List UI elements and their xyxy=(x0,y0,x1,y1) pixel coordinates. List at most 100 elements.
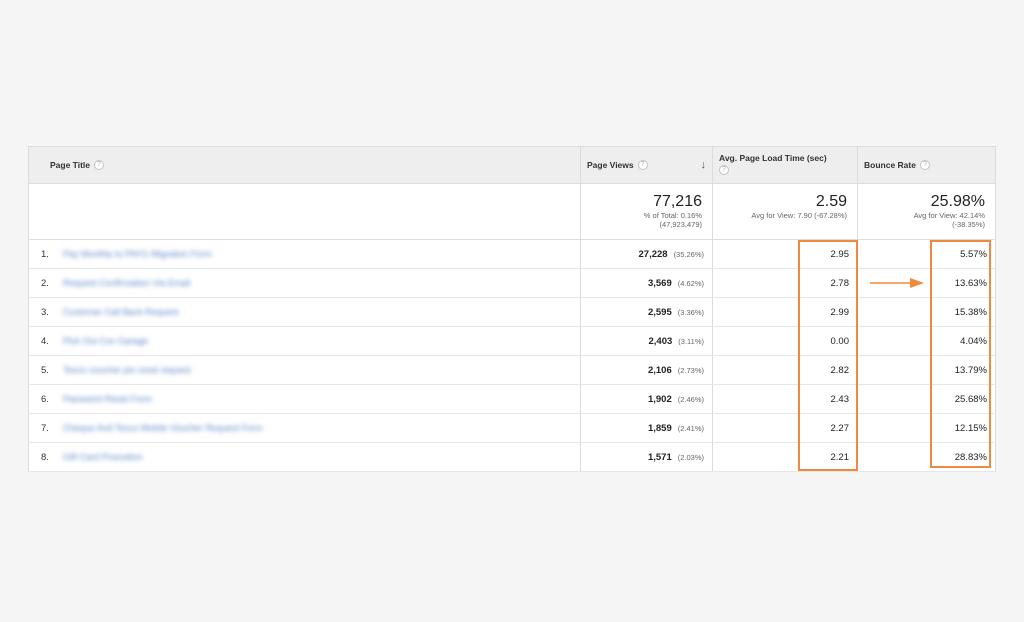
page-title-link[interactable]: Pay Monthly to PAYG Migration Form xyxy=(63,249,212,259)
column-header-label: Bounce Rate xyxy=(864,159,916,170)
bounce-rate-cell: 4.04% xyxy=(857,326,996,356)
page-title-cell: 3. Customer Call Back Request xyxy=(28,297,581,327)
help-icon[interactable]: ? xyxy=(637,160,648,171)
avg-load-time-cell: 2.82 xyxy=(712,355,858,385)
sort-descending-icon[interactable]: ↓ xyxy=(701,159,707,171)
row-number: 2. xyxy=(41,277,49,289)
avg-load-time-cell: 0.00 xyxy=(712,326,858,356)
page-title-cell: 6. Password Reset Form xyxy=(28,384,581,414)
page-views-cell: 1,571 (2.03%) xyxy=(580,442,713,472)
page-views-cell: 3,569 (4.62%) xyxy=(580,268,713,298)
row-number: 8. xyxy=(41,451,49,463)
page-views-cell: 1,902 (2.46%) xyxy=(580,384,713,414)
avg-load-time-cell: 2.78 xyxy=(712,268,858,298)
help-icon[interactable]: ? xyxy=(919,160,930,171)
row-number: 3. xyxy=(41,306,49,318)
bounce-rate-cell: 28.83% xyxy=(857,442,996,472)
help-icon[interactable]: ? xyxy=(719,164,729,175)
page-views-value: 1,571 xyxy=(647,451,672,463)
page-views-cell: 2,595 (3.36%) xyxy=(580,297,713,327)
table-row[interactable]: 4. Pick Out Cov Garage 2,403 (3.11%) 0.00 4.0… xyxy=(28,326,996,356)
table-row[interactable]: 6. Password Reset Form 1,902 (2.46%) 2.43 25.… xyxy=(28,384,996,414)
page-views-percent: (2.73%) xyxy=(677,365,704,375)
analytics-report-table: Page Title? Page Views? ↓ Avg. Page Load… xyxy=(28,146,996,472)
table-row[interactable]: 5. Tesco voucher pin reset request 2,106 (2… xyxy=(28,355,996,385)
bounce-rate-cell: 13.79% xyxy=(857,355,996,385)
page-title-link[interactable]: Gift Card Promotion xyxy=(63,452,143,462)
table-row[interactable]: 8. Gift Card Promotion 1,571 (2.03%) 2.21 28.… xyxy=(28,442,996,472)
page-views-percent: (2.03%) xyxy=(677,452,704,462)
page-title-link[interactable]: Tesco voucher pin reset request xyxy=(63,365,191,375)
total-value: 77,216 xyxy=(653,193,702,210)
column-header-label: Page Views xyxy=(587,159,634,170)
row-number: 6. xyxy=(41,393,49,405)
column-header-page-title[interactable]: Page Title? xyxy=(28,146,581,184)
totals-avg-load-time: 2.59 Avg for View: 7.90 (-67.28%) xyxy=(712,183,858,240)
page-views-value: 2,106 xyxy=(647,364,672,376)
bounce-rate-cell: 12.15% xyxy=(857,413,996,443)
help-icon[interactable]: ? xyxy=(94,160,104,171)
column-header-label: Page Title xyxy=(50,159,90,170)
page-title-cell: 2. Request Confirmation Via Email xyxy=(28,268,581,298)
table-row[interactable]: 3. Customer Call Back Request 2,595 (3.36%)… xyxy=(28,297,996,327)
page-views-cell: 1,859 (2.41%) xyxy=(580,413,713,443)
page-views-percent: (2.46%) xyxy=(677,394,704,404)
table-row[interactable]: 1. Pay Monthly to PAYG Migration Form 27,2… xyxy=(28,239,996,269)
page-views-percent: (4.62%) xyxy=(677,278,704,288)
page-views-cell: 27,228 (35.26%) xyxy=(580,239,713,269)
avg-load-time-cell: 2.21 xyxy=(712,442,858,472)
row-number: 1. xyxy=(41,248,49,260)
page-title-cell: 7. Cheque And Tesco Mobile Voucher Reques… xyxy=(28,413,581,443)
total-value: 2.59 xyxy=(815,193,847,210)
row-number: 4. xyxy=(41,335,49,347)
total-subtext: (-38.35%) xyxy=(952,220,985,229)
page-views-value: 3,569 xyxy=(647,277,672,289)
page-title-cell: 5. Tesco voucher pin reset request xyxy=(28,355,581,385)
bounce-rate-cell: 25.68% xyxy=(857,384,996,414)
bounce-rate-cell: 5.57% xyxy=(857,239,996,269)
total-subtext: % of Total: 0.16% xyxy=(643,211,702,220)
column-header-page-views[interactable]: Page Views? ↓ xyxy=(580,146,713,184)
column-header-label: Avg. Page Load Time (sec) xyxy=(719,153,827,163)
total-subtext: Avg for View: 7.90 (-67.28%) xyxy=(751,211,847,220)
total-subtext: Avg for View: 42.14% xyxy=(913,211,985,220)
avg-load-time-cell: 2.95 xyxy=(712,239,858,269)
column-header-avg-load-time[interactable]: Avg. Page Load Time (sec) ? xyxy=(712,146,858,184)
avg-load-time-cell: 2.99 xyxy=(712,297,858,327)
arrow-right-icon xyxy=(870,278,924,288)
page-views-value: 1,902 xyxy=(647,393,672,405)
totals-title-cell xyxy=(28,183,581,240)
page-views-value: 1,859 xyxy=(647,422,672,434)
bounce-rate-cell: 15.38% xyxy=(857,297,996,327)
page-views-cell: 2,403 (3.11%) xyxy=(580,326,713,356)
page-title-link[interactable]: Request Confirmation Via Email xyxy=(63,278,190,288)
page-title-link[interactable]: Pick Out Cov Garage xyxy=(63,336,148,346)
page-title-link[interactable]: Cheque And Tesco Mobile Voucher Request … xyxy=(63,423,262,433)
column-header-bounce-rate[interactable]: Bounce Rate? xyxy=(857,146,996,184)
page-title-cell: 1. Pay Monthly to PAYG Migration Form xyxy=(28,239,581,269)
header-row: Page Title? Page Views? ↓ Avg. Page Load… xyxy=(28,146,996,184)
page-views-percent: (35.26%) xyxy=(673,249,704,259)
page-views-cell: 2,106 (2.73%) xyxy=(580,355,713,385)
page-title-cell: 4. Pick Out Cov Garage xyxy=(28,326,581,356)
page-title-link[interactable]: Customer Call Back Request xyxy=(63,307,179,317)
row-number: 7. xyxy=(41,422,49,434)
page-views-value: 2,403 xyxy=(648,335,673,347)
total-subtext: (47,923,479) xyxy=(659,220,702,229)
avg-load-time-cell: 2.43 xyxy=(712,384,858,414)
total-value: 25.98% xyxy=(930,193,985,210)
page-title-link[interactable]: Password Reset Form xyxy=(63,394,152,404)
table-row[interactable]: 7. Cheque And Tesco Mobile Voucher Reques… xyxy=(28,413,996,443)
page-views-percent: (3.36%) xyxy=(677,307,704,317)
table-row[interactable]: 2. Request Confirmation Via Email 3,569 (4.… xyxy=(28,268,996,298)
page-views-percent: (2.41%) xyxy=(677,423,704,433)
totals-bounce-rate: 25.98% Avg for View: 42.14% (-38.35%) xyxy=(857,183,996,240)
totals-page-views: 77,216 % of Total: 0.16% (47,923,479) xyxy=(580,183,713,240)
page-title-cell: 8. Gift Card Promotion xyxy=(28,442,581,472)
totals-row: 77,216 % of Total: 0.16% (47,923,479) 2.… xyxy=(28,183,996,240)
row-number: 5. xyxy=(41,364,49,376)
avg-load-time-cell: 2.27 xyxy=(712,413,858,443)
page-views-value: 27,228 xyxy=(638,248,668,260)
page-views-percent: (3.11%) xyxy=(678,336,704,346)
page-views-value: 2,595 xyxy=(647,306,672,318)
